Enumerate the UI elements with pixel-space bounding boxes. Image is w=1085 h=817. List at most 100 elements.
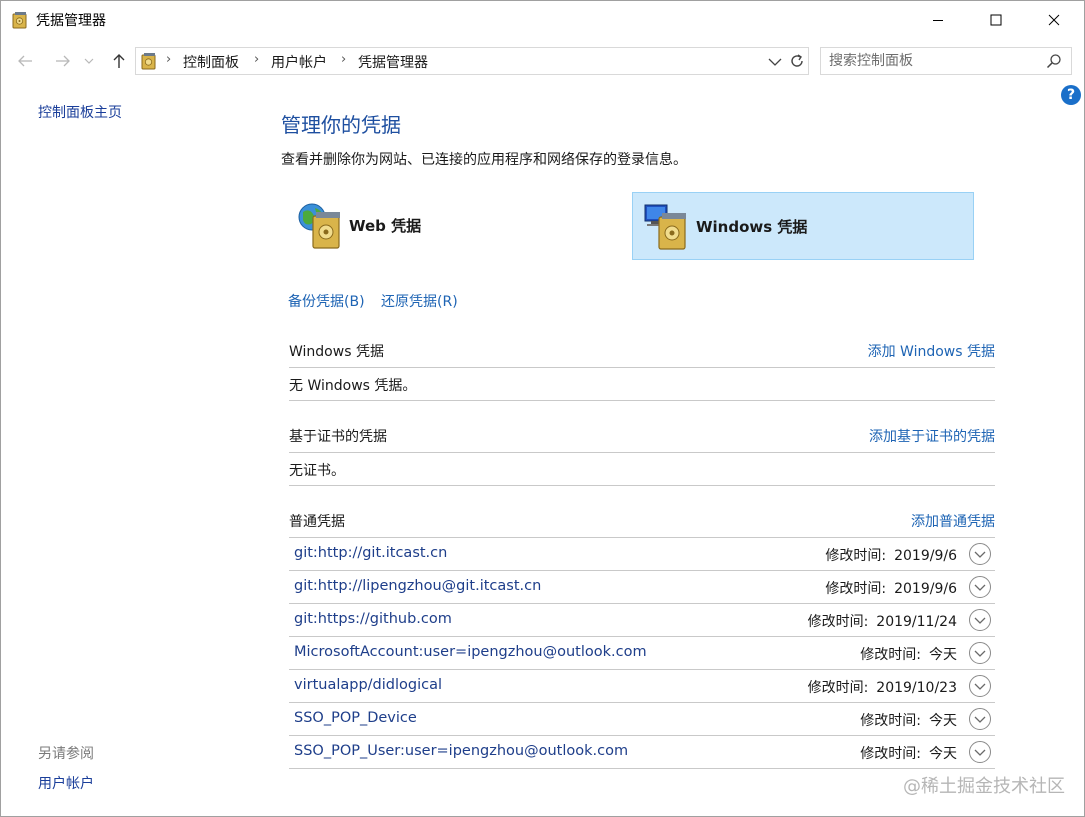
- minimize-button[interactable]: [909, 1, 967, 39]
- certificate-credentials-section: 基于证书的凭据 添加基于证书的凭据 无证书。: [289, 419, 995, 486]
- window-title: 凭据管理器: [36, 13, 106, 29]
- navigation-bar: › 控制面板 › 用户帐户 › 凭据管理器: [1, 39, 1084, 81]
- modified-value: 2019/10/23: [876, 680, 957, 696]
- chevron-down-icon[interactable]: [766, 54, 784, 70]
- modified-label: 修改时间:: [825, 548, 887, 564]
- chevron-down-icon: [84, 58, 94, 64]
- title-bar: 凭据管理器: [1, 1, 1084, 39]
- section-title: Windows 凭据: [289, 344, 384, 360]
- modified-value: 2019/9/6: [894, 548, 957, 564]
- help-icon[interactable]: ?: [1061, 85, 1081, 105]
- user-accounts-link[interactable]: 用户帐户: [38, 773, 94, 793]
- arrow-up-icon: [113, 54, 125, 68]
- modified-label: 修改时间:: [807, 614, 869, 630]
- page-title: 管理你的凭据: [281, 113, 401, 137]
- credential-name[interactable]: MicrosoftAccount:user=ipengzhou@outlook.…: [294, 644, 647, 660]
- web-credentials-label: Web 凭据: [349, 217, 422, 235]
- control-panel-home-link[interactable]: 控制面板主页: [38, 102, 122, 122]
- credential-manager-window: 凭据管理器 › 控制面板 › 用户帐户 › 凭据管理器 搜索控制面板 ? 控制面…: [0, 0, 1085, 817]
- credential-name[interactable]: git:http://lipengzhou@git.itcast.cn: [294, 578, 541, 594]
- vault-icon: [12, 12, 27, 29]
- credential-row[interactable]: virtualapp/didlogical 修改时间: 2019/10/23: [289, 670, 995, 703]
- modified-value: 今天: [929, 746, 957, 762]
- generic-credentials-section: 普通凭据 添加普通凭据 git:http://git.itcast.cn 修改时…: [289, 504, 995, 769]
- arrow-right-icon: [56, 55, 70, 67]
- modified-label: 修改时间:: [860, 647, 921, 663]
- expand-chevron-icon[interactable]: [968, 740, 992, 764]
- modified-value: 今天: [929, 647, 957, 663]
- credential-row[interactable]: MicrosoftAccount:user=ipengzhou@outlook.…: [289, 637, 995, 670]
- backup-credentials-link[interactable]: 备份凭据(B): [288, 291, 365, 311]
- credential-name[interactable]: git:https://github.com: [294, 611, 452, 627]
- breadcrumb-separator: ›: [341, 52, 347, 67]
- section-header: 基于证书的凭据 添加基于证书的凭据: [289, 419, 995, 453]
- forward-button[interactable]: [51, 49, 75, 73]
- modified-value: 2019/11/24: [876, 614, 957, 630]
- windows-credentials-tile[interactable]: Windows 凭据: [632, 192, 974, 260]
- add-certificate-credential-link[interactable]: 添加基于证书的凭据: [869, 426, 995, 446]
- modified-label: 修改时间:: [825, 581, 887, 597]
- empty-text: 无 Windows 凭据。: [289, 378, 417, 394]
- credential-row[interactable]: SSO_POP_Device 修改时间: 今天: [289, 703, 995, 736]
- see-also-label: 另请参阅: [38, 746, 94, 762]
- watermark: @稀土掘金技术社区: [903, 776, 1065, 797]
- breadcrumb-user-accounts[interactable]: 用户帐户: [271, 52, 327, 72]
- search-box: [820, 47, 1072, 75]
- empty-row: 无 Windows 凭据。: [289, 368, 995, 401]
- close-button[interactable]: [1025, 1, 1083, 39]
- restore-credentials-link[interactable]: 还原凭据(R): [381, 291, 458, 311]
- expand-chevron-icon[interactable]: [968, 608, 992, 632]
- breadcrumb-control-panel[interactable]: 控制面板: [183, 52, 239, 72]
- credential-row[interactable]: SSO_POP_User:user=ipengzhou@outlook.com …: [289, 736, 995, 769]
- search-input[interactable]: [829, 52, 1039, 70]
- add-generic-credential-link[interactable]: 添加普通凭据: [911, 511, 995, 531]
- maximize-icon: [990, 14, 1002, 26]
- credential-modified: 修改时间: 今天: [860, 743, 957, 763]
- expand-chevron-icon[interactable]: [968, 674, 992, 698]
- refresh-icon[interactable]: [788, 52, 806, 70]
- up-button[interactable]: [107, 49, 131, 73]
- modified-label: 修改时间:: [807, 680, 869, 696]
- credential-row[interactable]: git:http://lipengzhou@git.itcast.cn 修改时间…: [289, 571, 995, 604]
- section-title: 基于证书的凭据: [289, 429, 387, 445]
- breadcrumb-separator: ›: [254, 52, 260, 67]
- expand-chevron-icon[interactable]: [968, 542, 992, 566]
- empty-text: 无证书。: [289, 463, 345, 479]
- modified-value: 2019/9/6: [894, 581, 957, 597]
- credential-row[interactable]: git:http://git.itcast.cn 修改时间: 2019/9/6: [289, 538, 995, 571]
- vault-icon: [141, 53, 156, 70]
- empty-row: 无证书。: [289, 453, 995, 486]
- credential-row[interactable]: git:https://github.com 修改时间: 2019/11/24: [289, 604, 995, 637]
- windows-credentials-icon: [644, 204, 686, 250]
- expand-chevron-icon[interactable]: [968, 707, 992, 731]
- page-description: 查看并删除你为网站、已连接的应用程序和网络保存的登录信息。: [281, 152, 687, 168]
- credential-name[interactable]: SSO_POP_Device: [294, 710, 417, 726]
- modified-label: 修改时间:: [860, 713, 921, 729]
- maximize-button[interactable]: [967, 1, 1025, 39]
- breadcrumb-credential-manager[interactable]: 凭据管理器: [358, 52, 428, 72]
- arrow-left-icon: [18, 55, 32, 67]
- modified-value: 今天: [929, 713, 957, 729]
- credential-name[interactable]: virtualapp/didlogical: [294, 677, 442, 693]
- credential-name[interactable]: git:http://git.itcast.cn: [294, 545, 447, 561]
- recent-locations-button[interactable]: [81, 49, 97, 73]
- credential-modified: 修改时间: 2019/10/23: [808, 677, 957, 697]
- add-windows-credential-link[interactable]: 添加 Windows 凭据: [868, 341, 995, 361]
- modified-label: 修改时间:: [860, 746, 921, 762]
- section-header: 普通凭据 添加普通凭据: [289, 504, 995, 538]
- credential-modified: 修改时间: 2019/9/6: [825, 578, 957, 598]
- section-title: 普通凭据: [289, 514, 345, 530]
- search-icon[interactable]: [1046, 53, 1062, 69]
- credential-modified: 修改时间: 今天: [860, 644, 957, 664]
- breadcrumb-separator: ›: [166, 52, 172, 67]
- minimize-icon: [933, 20, 943, 21]
- close-icon: [1048, 14, 1060, 26]
- web-credentials-tile[interactable]: Web 凭据: [289, 192, 631, 260]
- windows-credentials-label: Windows 凭据: [696, 218, 808, 236]
- expand-chevron-icon[interactable]: [968, 575, 992, 599]
- credential-name[interactable]: SSO_POP_User:user=ipengzhou@outlook.com: [294, 743, 628, 759]
- credential-modified: 修改时间: 2019/11/24: [808, 611, 957, 631]
- expand-chevron-icon[interactable]: [968, 641, 992, 665]
- back-button[interactable]: [13, 49, 37, 73]
- address-bar[interactable]: › 控制面板 › 用户帐户 › 凭据管理器: [135, 47, 809, 75]
